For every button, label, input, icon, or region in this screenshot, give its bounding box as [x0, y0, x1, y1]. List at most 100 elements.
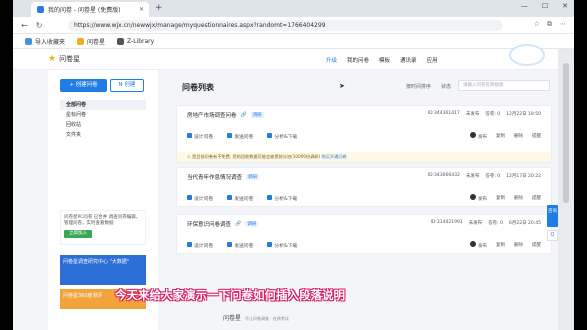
new-tab-icon[interactable]: +: [155, 3, 163, 13]
cloud-decoration: [511, 46, 543, 64]
publish-button[interactable]: 发布: [470, 194, 487, 202]
close-window-icon[interactable]: ✕: [562, 2, 568, 10]
survey-card: 当代青年作息情况调查 调研 ID:343666432 未发布 答卷: 0 12月…: [176, 167, 552, 207]
app-header: ★ 问卷星 升级 我的问卷 模板 通讯录 应用: [13, 49, 558, 70]
book-icon: [117, 37, 125, 45]
footer: 问卷星 不止问卷调查 · 在线考试: [223, 315, 289, 322]
filters: 按时间排序 状态: [406, 83, 451, 90]
warning-banner: ⚠ 您目前问卷有不免费, 您的回收数据可能会被提前分流(10000份调研) 购买…: [177, 152, 551, 162]
close-tab-icon[interactable]: ✕: [139, 6, 144, 13]
favicon-icon: [37, 6, 44, 13]
analyze-button[interactable]: 分析&下载: [267, 133, 297, 140]
survey-tag: 调研: [245, 221, 259, 227]
bookmark-zlib[interactable]: Z-Library: [117, 37, 154, 45]
survey-name[interactable]: 环保意识问卷调查: [187, 220, 231, 228]
delete-button[interactable]: 删除: [514, 195, 523, 201]
copy-button[interactable]: 复制: [496, 242, 505, 248]
toolbar-icons: ☆ ⧉ ⋯: [534, 20, 566, 29]
remind-button[interactable]: 提醒: [532, 242, 541, 248]
window-controls: — ☐ ✕: [521, 2, 568, 10]
link-icon[interactable]: 🔗: [235, 221, 241, 227]
refresh-icon[interactable]: ↻: [36, 21, 43, 30]
card-title-row: 房地产市场调查问卷 🔗 调研: [187, 111, 264, 119]
sidebar-item-starred[interactable]: 星标问卷: [60, 110, 146, 120]
survey-card: 环保意识问卷调查 🔗 调研 ID:314421991 未发布 答卷: 0 6月2…: [176, 214, 552, 254]
warning-link[interactable]: 购买开通问卷: [322, 154, 347, 159]
address-bar: ← ↻ https://www.wjx.cn/newwjx/manage/myq…: [13, 17, 574, 34]
send-survey-button[interactable]: 发送问卷: [227, 195, 253, 202]
video-subtitle: 今天来给大家演示一下问卷如何插入段落说明: [115, 288, 345, 302]
star-icon[interactable]: ☆: [534, 20, 540, 29]
nav-apps[interactable]: 应用: [427, 56, 438, 64]
star-logo-icon: ★: [48, 54, 57, 64]
survey-tag: 调研: [250, 112, 264, 118]
design-survey-button[interactable]: 设计问卷: [187, 195, 213, 202]
card-meta: ID:314421991 未发布 答卷: 0 6月22日 20:45: [430, 220, 541, 226]
sidebar-item-all[interactable]: 全部问卷: [60, 100, 146, 110]
mouse-cursor-icon: ➤: [339, 82, 345, 90]
scroll-thumb[interactable]: [563, 63, 569, 203]
page-title: 问卷列表: [182, 83, 214, 92]
top-nav: 升级 我的问卷 模板 通讯录 应用: [326, 56, 438, 64]
folder-icon: [25, 37, 32, 45]
logo[interactable]: ★ 问卷星: [48, 54, 80, 64]
title-bar: 我的问卷 - 问卷星 (免费版) ✕ + — ☐ ✕: [13, 0, 574, 17]
survey-name[interactable]: 房地产市场调查问卷: [187, 111, 237, 119]
tab-title: 我的问卷 - 问卷星 (免费版): [48, 7, 121, 14]
minimize-icon[interactable]: —: [521, 2, 528, 10]
copy-button[interactable]: 复制: [496, 195, 505, 201]
copy-button[interactable]: 复制: [496, 133, 505, 139]
promo-card: 问卷星PC问卷 已合并 调查问卷编辑，管理问卷，实时查看数据 立即加入: [60, 210, 146, 245]
promo-text: 问卷星PC问卷 已合并 调查问卷编辑，管理问卷，实时查看数据: [64, 215, 141, 226]
send-survey-button[interactable]: 发送问卷: [227, 242, 253, 249]
card-actions-right: 发布 复制 删除 提醒: [470, 194, 541, 202]
url-field[interactable]: https://www.wjx.cn/newwjx/manage/myquest…: [68, 20, 503, 31]
analyze-button[interactable]: 分析&下载: [267, 195, 297, 202]
link-icon[interactable]: 🔗: [241, 112, 247, 118]
card-actions-left: 设计问卷 发送问卷 分析&下载: [187, 242, 297, 249]
nav-templates[interactable]: 模板: [379, 56, 390, 64]
design-survey-button[interactable]: 设计问卷: [187, 242, 213, 249]
nav-contacts[interactable]: 通讯录: [400, 56, 417, 64]
card-actions-left: 设计问卷 发送问卷 分析&下载: [187, 195, 297, 202]
sidebar-item-trash[interactable]: 回收站: [60, 120, 146, 130]
search-input[interactable]: 请输入问卷名称搜索: [458, 80, 550, 91]
ai-create-button[interactable]: N 创建: [110, 79, 144, 92]
create-survey-button[interactable]: + 创建问卷: [60, 79, 107, 92]
card-actions-right: 发布 复制 删除 提醒: [470, 132, 541, 140]
nav-my-surveys[interactable]: 我的问卷: [347, 56, 369, 64]
star-icon: [77, 37, 85, 45]
qa-float-button[interactable]: Q: [547, 230, 558, 241]
card-title-row: 当代青年作息情况调查 调研: [187, 173, 260, 181]
survey-name[interactable]: 当代青年作息情况调查: [187, 173, 242, 181]
extensions-icon[interactable]: ⧉: [547, 20, 552, 29]
card-actions-left: 设计问卷 发送问卷 分析&下载: [187, 133, 297, 140]
publish-button[interactable]: 发布: [470, 241, 487, 249]
analyze-button[interactable]: 分析&下载: [267, 242, 297, 249]
bookmarks-bar: 导入收藏夹 问卷星 Z-Library: [13, 34, 574, 49]
nav-upgrade[interactable]: 升级: [326, 56, 337, 64]
promo-banner-research[interactable]: 问卷星调查研究中心 "大数据": [60, 255, 146, 285]
maximize-icon[interactable]: ☐: [542, 2, 548, 10]
survey-tag: 调研: [246, 174, 260, 180]
sidebar-item-folder[interactable]: 文件夹: [60, 130, 146, 140]
status-dropdown[interactable]: 状态: [441, 83, 451, 90]
publish-button[interactable]: 发布: [470, 132, 487, 140]
delete-button[interactable]: 删除: [514, 133, 523, 139]
menu-icon[interactable]: ⋯: [559, 20, 566, 29]
consult-float-button[interactable]: 咨询: [547, 205, 558, 227]
back-icon[interactable]: ←: [21, 21, 28, 30]
join-button[interactable]: 立即加入: [64, 230, 92, 238]
remind-button[interactable]: 提醒: [532, 195, 541, 201]
remind-button[interactable]: 提醒: [532, 133, 541, 139]
bookmark-wjx[interactable]: 问卷星: [77, 37, 105, 46]
survey-card: 房地产市场调查问卷 🔗 调研 ID:344361417 未发布 答卷: 0 12…: [176, 105, 552, 163]
card-actions-right: 发布 复制 删除 提醒: [470, 241, 541, 249]
design-survey-button[interactable]: 设计问卷: [187, 133, 213, 140]
send-survey-button[interactable]: 发送问卷: [227, 133, 253, 140]
sort-dropdown[interactable]: 按时间排序: [406, 83, 431, 90]
browser-tab[interactable]: 我的问卷 - 问卷星 (免费版) ✕: [31, 2, 149, 17]
delete-button[interactable]: 删除: [514, 242, 523, 248]
bookmark-import[interactable]: 导入收藏夹: [25, 37, 65, 46]
scrollbar[interactable]: [558, 49, 574, 330]
